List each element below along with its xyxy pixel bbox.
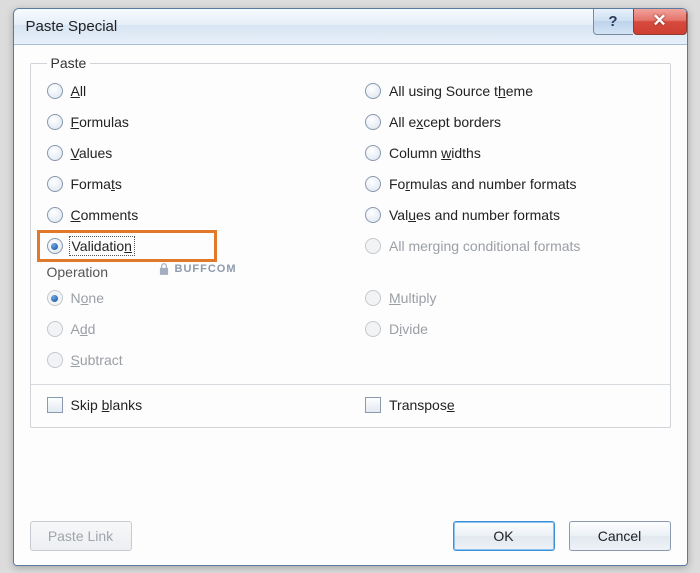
paste-comments-label: Comments [71, 207, 139, 223]
close-button[interactable]: ✕ [633, 8, 687, 35]
paste-group: Paste All Formulas Values Formats Comments Va… [30, 55, 671, 428]
checkbox-icon [365, 397, 381, 413]
window-title: Paste Special [26, 18, 118, 35]
transpose-checkbox[interactable]: Transpose [365, 395, 654, 415]
radio-icon [47, 352, 63, 368]
paste-legend: Paste [47, 55, 91, 71]
radio-icon [47, 207, 63, 223]
paste-formats-radio[interactable]: Formats [47, 174, 336, 194]
cancel-button[interactable]: Cancel [569, 521, 671, 551]
close-icon: ✕ [652, 11, 666, 31]
radio-icon [47, 290, 63, 306]
checkbox-icon [47, 397, 63, 413]
operation-none-radio: None [47, 288, 336, 308]
ok-button[interactable]: OK [453, 521, 555, 551]
paste-column-widths-radio[interactable]: Column widths [365, 143, 654, 163]
radio-icon [47, 176, 63, 192]
radio-icon [47, 321, 63, 337]
paste-validation-label: Validation [71, 238, 133, 254]
radio-icon [365, 176, 381, 192]
operation-multiply-label: Multiply [389, 290, 436, 306]
paste-formulas-number-formats-label: Formulas and number formats [389, 176, 577, 192]
transpose-label: Transpose [389, 397, 455, 413]
help-button[interactable]: ? [593, 8, 633, 35]
operation-subtract-label: Subtract [71, 352, 123, 368]
paste-all-label: All [71, 83, 87, 99]
paste-values-number-formats-label: Values and number formats [389, 207, 560, 223]
paste-formulas-label: Formulas [71, 114, 129, 130]
operation-multiply-radio: Multiply [365, 288, 654, 308]
paste-values-label: Values [71, 145, 113, 161]
button-row: Paste Link OK Cancel [30, 511, 671, 551]
titlebar-controls: ? ✕ [593, 8, 687, 35]
radio-icon [365, 290, 381, 306]
paste-all-radio[interactable]: All [47, 81, 336, 101]
client-area: Paste All Formulas Values Formats Comments Va… [14, 45, 687, 565]
watermark-icon [157, 262, 171, 276]
paste-special-dialog: Paste Special ? ✕ Paste All Formulas Value… [13, 8, 688, 566]
paste-merge-conditional-radio: All merging conditional formats [365, 236, 654, 256]
operation-add-radio: Add [47, 319, 336, 339]
radio-icon [47, 238, 63, 254]
radio-icon [365, 321, 381, 337]
paste-link-button: Paste Link [30, 521, 132, 551]
radio-icon [365, 83, 381, 99]
operation-subtract-radio: Subtract [47, 350, 336, 370]
watermark: BUFFCOM [157, 262, 237, 276]
titlebar[interactable]: Paste Special ? ✕ [14, 9, 687, 45]
radio-icon [47, 83, 63, 99]
radio-icon [365, 238, 381, 254]
skip-blanks-checkbox[interactable]: Skip blanks [47, 395, 336, 415]
radio-icon [47, 145, 63, 161]
paste-values-number-formats-radio[interactable]: Values and number formats [365, 205, 654, 225]
skip-blanks-label: Skip blanks [71, 397, 143, 413]
operation-group: Operation BUFFCOM None Add Subtract Multip… [47, 264, 654, 370]
radio-icon [365, 207, 381, 223]
paste-all-except-borders-radio[interactable]: All except borders [365, 112, 654, 132]
radio-icon [365, 114, 381, 130]
paste-column-widths-label: Column widths [389, 145, 481, 161]
paste-validation-radio[interactable]: Validation [47, 236, 336, 256]
operation-divide-radio: Divide [365, 319, 654, 339]
radio-icon [365, 145, 381, 161]
paste-comments-radio[interactable]: Comments [47, 205, 336, 225]
paste-all-source-theme-label: All using Source theme [389, 83, 533, 99]
help-icon: ? [608, 13, 617, 30]
operation-divide-label: Divide [389, 321, 428, 337]
paste-formulas-radio[interactable]: Formulas [47, 112, 336, 132]
operation-add-label: Add [71, 321, 96, 337]
radio-icon [47, 114, 63, 130]
paste-merge-conditional-label: All merging conditional formats [389, 238, 580, 254]
operation-none-label: None [71, 290, 105, 306]
paste-formats-label: Formats [71, 176, 122, 192]
paste-formulas-number-formats-radio[interactable]: Formulas and number formats [365, 174, 654, 194]
paste-all-source-theme-radio[interactable]: All using Source theme [365, 81, 654, 101]
paste-all-except-borders-label: All except borders [389, 114, 501, 130]
paste-values-radio[interactable]: Values [47, 143, 336, 163]
operation-legend: Operation [47, 264, 654, 280]
